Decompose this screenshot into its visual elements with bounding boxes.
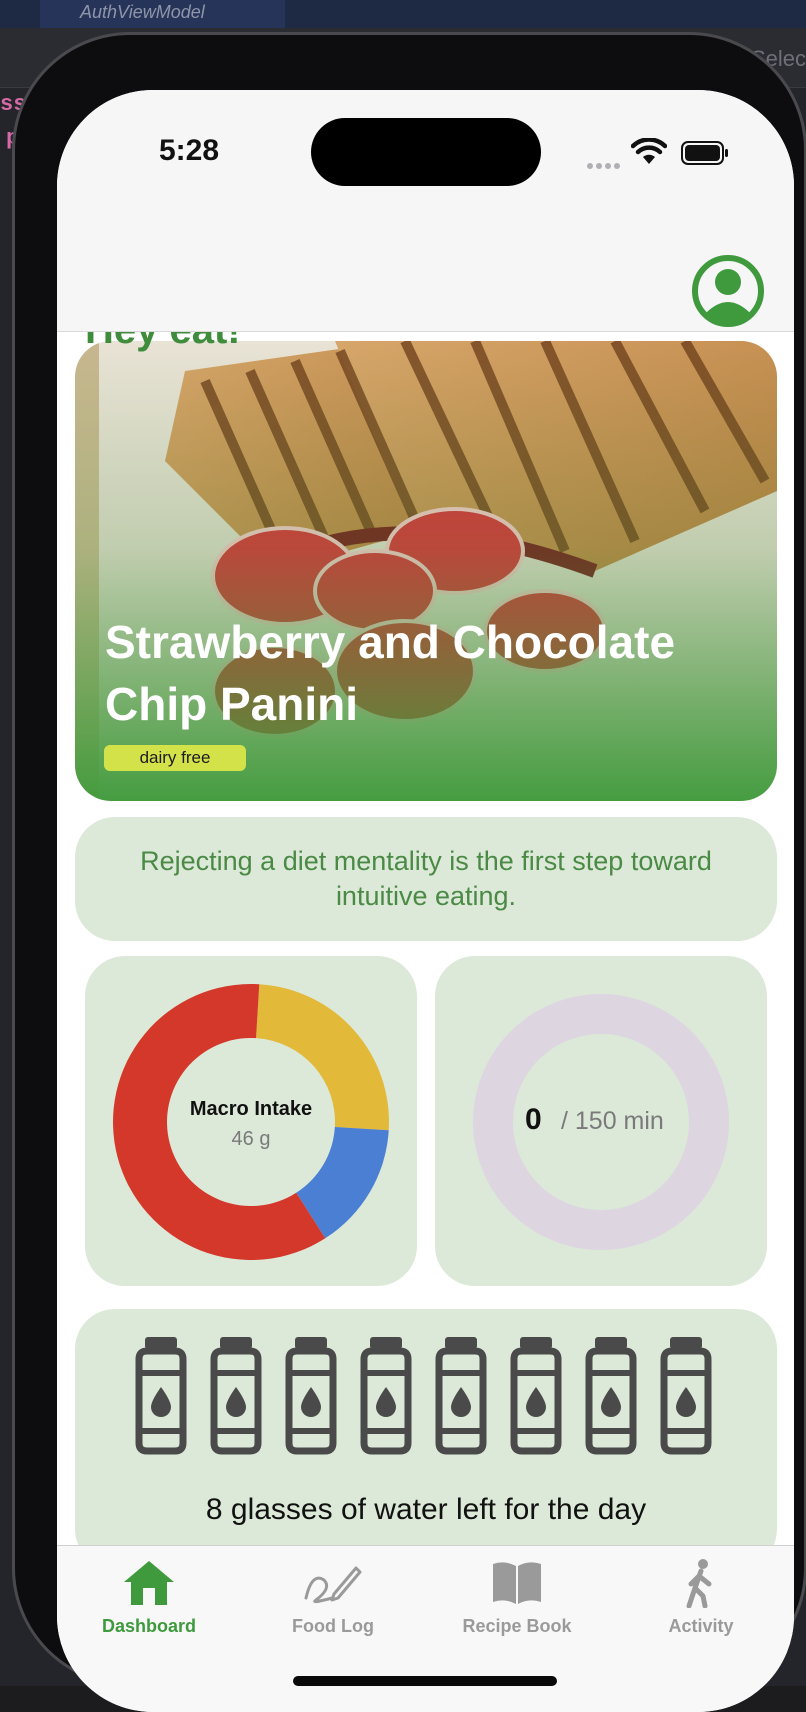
walking-figure-icon xyxy=(686,1559,712,1608)
water-bottle-icon xyxy=(435,1337,487,1455)
macro-label: Macro Intake xyxy=(189,1098,313,1120)
water-bottle-icon xyxy=(210,1337,262,1455)
water-remaining-text: 8 glasses of water left for the day xyxy=(205,1493,647,1526)
battery-icon xyxy=(681,141,728,165)
activity-current-minutes: 0 xyxy=(525,1103,542,1136)
recipe-title: Strawberry and Chocolate Chip Panini xyxy=(105,616,676,730)
tab-food-log[interactable]: Food Log xyxy=(241,1558,425,1637)
water-bottle-icon xyxy=(285,1337,337,1455)
quote-text: Rejecting a diet mentality is the first … xyxy=(140,846,712,911)
house-icon xyxy=(124,1561,174,1605)
tab-label: Dashboard xyxy=(101,1616,197,1636)
dynamic-island xyxy=(311,118,541,186)
macro-donut-chart xyxy=(112,984,390,1260)
phone-screen: Hey eat! xyxy=(57,90,794,1712)
tab-label: Recipe Book xyxy=(462,1616,572,1636)
ide-tab-strip: AuthViewModel xyxy=(0,0,806,28)
tab-dashboard[interactable]: Dashboard xyxy=(57,1558,241,1637)
water-bottle-icon xyxy=(585,1337,637,1455)
home-indicator[interactable] xyxy=(293,1676,557,1686)
diet-tag-badge: dairy free xyxy=(104,745,246,771)
status-bar: 5:28 xyxy=(57,90,794,210)
macro-value: 46 g xyxy=(231,1128,271,1150)
water-tracker-card[interactable]: 8 glasses of water left for the day xyxy=(75,1309,777,1569)
tab-activity[interactable]: Activity xyxy=(609,1558,793,1637)
tab-recipe-book[interactable]: Recipe Book xyxy=(425,1558,609,1637)
water-bottle-icon xyxy=(510,1337,562,1455)
macro-intake-card[interactable]: Macro Intake 46 g xyxy=(85,956,417,1286)
tab-label: Food Log xyxy=(292,1616,374,1636)
pencil-scribble-icon xyxy=(304,1566,362,1604)
activity-goal: / 150 min xyxy=(561,1107,664,1135)
person-circle-icon[interactable] xyxy=(691,254,765,328)
water-bottle-icon xyxy=(360,1337,412,1455)
cellular-signal-icon xyxy=(587,156,623,174)
featured-recipe-card[interactable]: Strawberry and Chocolate Chip Panini dai… xyxy=(75,341,777,801)
dashboard-content[interactable]: Hey eat! xyxy=(57,90,794,1712)
wifi-icon xyxy=(631,138,667,164)
open-book-icon xyxy=(493,1562,541,1604)
phone-frame: Hey eat! xyxy=(12,32,806,1712)
quote-card: Rejecting a diet mentality is the first … xyxy=(75,817,777,941)
nav-header xyxy=(57,210,794,332)
water-bottle-icon xyxy=(135,1337,187,1455)
ide-tab-title[interactable]: AuthViewModel xyxy=(40,0,285,28)
water-bottle-icon xyxy=(660,1337,712,1455)
activity-minutes-card[interactable]: 0 / 150 min xyxy=(435,956,767,1286)
tab-bar: Dashboard Food Log Recipe Book Activity xyxy=(57,1545,794,1712)
status-time: 5:28 xyxy=(159,134,220,167)
tab-label: Activity xyxy=(668,1616,734,1636)
